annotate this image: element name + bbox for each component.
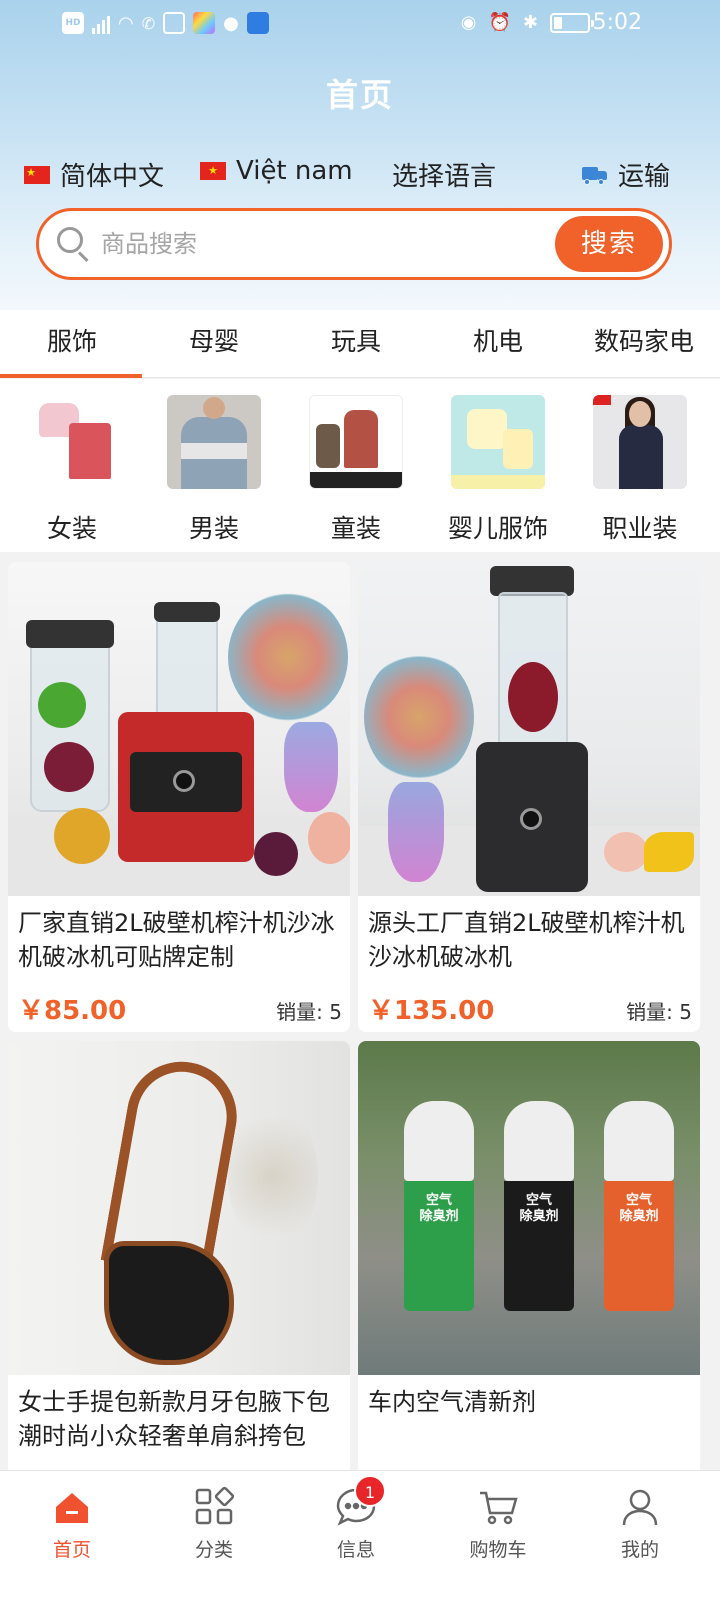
china-flag-icon: ★ [24, 165, 50, 184]
app-notification-icon [163, 12, 186, 34]
product-price: ￥85.00 [18, 996, 127, 1026]
product-sales: 销量: 5 [626, 1000, 692, 1024]
spray-can-black: 空气 除臭剂 [504, 1101, 574, 1311]
subcategory-kids[interactable]: 童装 [284, 395, 428, 545]
page-title: 首页 [325, 76, 394, 114]
tab-toys[interactable]: 玩具 [284, 310, 428, 378]
spray-can-green: 空气 除臭剂 [404, 1101, 474, 1311]
tab-apparel[interactable]: 服饰 [0, 310, 144, 378]
subcategory-label: 职业装 [602, 514, 678, 543]
colorful-app-icon [193, 12, 216, 34]
subcategory-label: 男装 [188, 514, 239, 543]
language-label: Việt nam [236, 156, 353, 186]
tab-electromechanical[interactable]: 机电 [426, 310, 570, 378]
language-label: 选择语言 [392, 162, 497, 192]
subcategory-baby[interactable]: 婴儿服饰 [426, 395, 570, 545]
tab-mother-baby[interactable]: 母婴 [142, 310, 286, 378]
status-bar: HD ◠ ✆ ● ◉ ⏰ ✱ 5:02 [0, 0, 720, 48]
product-image [8, 562, 350, 896]
home-icon [50, 1485, 94, 1529]
mens-clothing-image [167, 395, 261, 489]
language-vietnamese[interactable]: ★ Việt nam [200, 156, 353, 186]
search-bar: 搜索 [36, 208, 672, 280]
product-title: 源头工厂直销2L破壁机榨汁机沙冰机破冰机 [368, 909, 685, 971]
nav-home[interactable]: 首页 [0, 1485, 144, 1562]
nav-profile[interactable]: 我的 [568, 1485, 712, 1562]
shipping-label: 运输 [618, 162, 671, 192]
product-title: 厂家直销2L破壁机榨汁机沙冰机破冰机可贴牌定制 [18, 909, 335, 971]
status-icons-left: HD ◠ ✆ ● [62, 12, 269, 34]
nav-label: 首页 [52, 1539, 91, 1561]
subcategory-womens[interactable]: 女装 [0, 395, 144, 545]
wifi-icon: ◠ [118, 12, 134, 34]
product-sales: 销量: 5 [276, 1000, 342, 1024]
product-card[interactable]: 厂家直销2L破壁机榨汁机沙冰机破冰机可贴牌定制 ￥85.00 销量: 5 [8, 562, 350, 1032]
baby-clothing-image [451, 395, 545, 489]
language-simplified-chinese[interactable]: ★ 简体中文 [24, 156, 164, 193]
truck-icon [582, 165, 608, 185]
message-badge: 1 [354, 1475, 386, 1507]
nav-label: 信息 [336, 1539, 375, 1561]
product-card[interactable]: 空气 除臭剂 空气 除臭剂 空气 除臭剂 车内空气清新剂 [358, 1041, 700, 1481]
product-image [8, 1041, 350, 1375]
signal-icon [92, 12, 110, 34]
workwear-image [593, 395, 687, 489]
alarm-icon: ⏰ [488, 12, 511, 33]
search-icon [57, 227, 91, 263]
womens-clothing-image [25, 395, 119, 489]
product-title: 女士手提包新款月牙包腋下包潮时尚小众轻奢单肩斜挎包 [18, 1388, 330, 1450]
search-input[interactable] [101, 221, 541, 267]
product-price: ￥135.00 [368, 996, 495, 1026]
nav-category[interactable]: 分类 [142, 1485, 286, 1562]
battery-icon [550, 12, 594, 33]
status-icons-right: ◉ ⏰ ✱ [460, 12, 594, 33]
vietnam-flag-icon: ★ [200, 162, 226, 180]
nav-cart[interactable]: 购物车 [426, 1485, 570, 1562]
nav-messages[interactable]: 1 信息 [284, 1475, 428, 1562]
product-card[interactable]: 源头工厂直销2L破壁机榨汁机沙冰机破冰机 ￥135.00 销量: 5 [358, 562, 700, 1032]
missed-call-icon: ✆ [141, 13, 156, 33]
bottom-navigation: 首页 分类 1 信息 购物车 我的 [0, 1470, 720, 1600]
subcategory-label: 女装 [46, 514, 97, 543]
header-background: HD ◠ ✆ ● ◉ ⏰ ✱ 5:02 首页 ★ 简体中文 ★ Việt nam [0, 0, 720, 310]
tab-digital-appliances[interactable]: 数码家电 [568, 310, 720, 378]
nav-label: 分类 [194, 1539, 233, 1561]
chat-bubble-icon: ● [223, 12, 239, 34]
product-title: 车内空气清新剂 [368, 1388, 536, 1416]
kids-clothing-image [309, 395, 403, 489]
status-time: 5:02 [592, 10, 642, 35]
message-icon: 1 [334, 1475, 386, 1529]
select-language-button[interactable]: 选择语言 [392, 156, 496, 193]
product-image [358, 562, 700, 896]
nav-label: 我的 [620, 1539, 659, 1561]
shipping-button[interactable]: 运输 [582, 156, 670, 193]
subcategory-workwear[interactable]: 职业装 [568, 395, 712, 545]
user-icon [618, 1485, 662, 1529]
product-image: 空气 除臭剂 空气 除臭剂 空气 除臭剂 [358, 1041, 700, 1375]
cart-icon [476, 1485, 520, 1529]
bluetooth-icon: ✱ [522, 12, 538, 33]
language-bar: ★ 简体中文 ★ Việt nam 选择语言 运输 [0, 150, 720, 194]
eye-icon: ◉ [460, 12, 477, 33]
subcategory-label: 婴儿服饰 [447, 514, 548, 543]
hd-icon: HD [62, 12, 84, 34]
spray-can-orange: 空气 除臭剂 [604, 1101, 674, 1311]
subcategory-mens[interactable]: 男装 [142, 395, 286, 545]
product-card[interactable]: 女士手提包新款月牙包腋下包潮时尚小众轻奢单肩斜挎包 [8, 1041, 350, 1481]
product-grid: 厂家直销2L破壁机榨汁机沙冰机破冰机可贴牌定制 ￥85.00 销量: 5 源头工… [0, 553, 720, 1503]
category-tabs: 服饰 母婴 玩具 机电 数码家电 [0, 310, 720, 378]
subcategory-row: 女装 男装 童装 婴儿服饰 职业装 [0, 379, 720, 552]
search-button[interactable]: 搜索 [555, 216, 663, 272]
cloud-icon [246, 12, 269, 34]
subcategory-label: 童装 [330, 514, 381, 543]
nav-label: 购物车 [469, 1539, 527, 1561]
category-grid-icon [192, 1485, 236, 1529]
language-label: 简体中文 [60, 162, 165, 192]
